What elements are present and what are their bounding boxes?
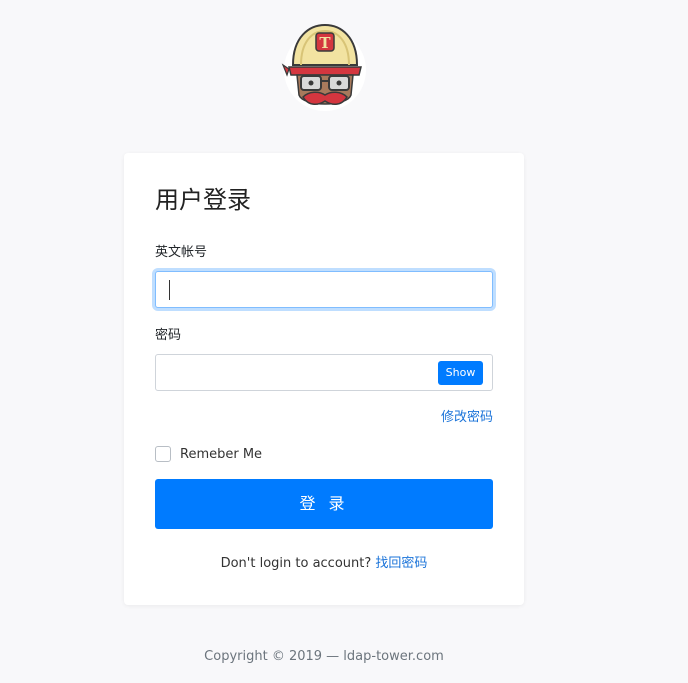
change-password-link[interactable]: 修改密码 (441, 409, 493, 427)
no-account-text: Don't login to account? (220, 556, 372, 571)
login-card: 用户登录 英文帐号 密码 Show 修改密码 Remeber Me 登 录 Do… (124, 153, 524, 605)
copyright-text: Copyright © 2019 — ldap-tower.com (204, 649, 444, 664)
password-label: 密码 (155, 328, 182, 343)
recover-account-link[interactable]: 找回密码 (375, 556, 427, 571)
account-input[interactable] (155, 271, 493, 308)
mascot-logo-icon: T (279, 21, 371, 113)
remember-me[interactable]: Remeber Me (155, 445, 262, 463)
show-password-button[interactable]: Show (438, 361, 483, 385)
account-recovery-line: Don't login to account? 找回密码 (124, 555, 524, 573)
login-button[interactable]: 登 录 (155, 479, 493, 529)
svg-text:T: T (319, 34, 331, 52)
login-page: T 用户登录 英文帐号 密码 Show 修改密码 Remeber Me 登 录 … (0, 0, 688, 683)
remember-me-label[interactable]: Remeber Me (180, 447, 262, 462)
text-caret (169, 280, 170, 300)
account-label: 英文帐号 (155, 245, 208, 260)
page-title: 用户登录 (155, 186, 251, 214)
remember-me-checkbox[interactable] (155, 446, 171, 462)
